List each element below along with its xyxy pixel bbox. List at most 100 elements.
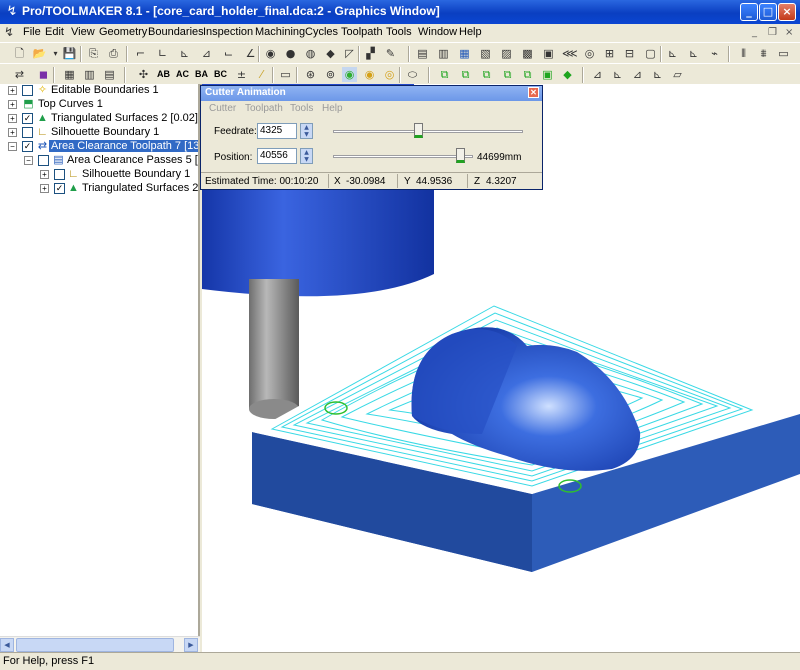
menu-help[interactable]: Help (459, 26, 482, 38)
dialog-title-bar[interactable]: Cutter Animation ✕ (201, 86, 542, 101)
menu-boundaries[interactable]: Boundaries (148, 26, 204, 38)
path-tool-1-icon[interactable]: ⊾ (665, 46, 680, 61)
plus-minus-icon[interactable]: ± (234, 67, 249, 82)
cube-view-3-icon[interactable]: ⧉ (479, 67, 494, 82)
pass-tool-11-icon[interactable]: ▢ (643, 46, 658, 61)
path-tool-2-icon[interactable]: ⊾ (686, 46, 701, 61)
dialog-menu-cutter[interactable]: Cutter (209, 103, 236, 114)
calculator-icon[interactable]: ▭ (278, 67, 293, 82)
menu-edit[interactable]: Edit (45, 26, 64, 38)
mdi-restore-button[interactable]: ❐ (768, 27, 777, 38)
menu-file[interactable]: File (23, 26, 41, 38)
draw-icon[interactable]: ⁄ (254, 67, 269, 82)
pass-tool-7-icon[interactable]: ▣ (541, 46, 556, 61)
slope-icon[interactable]: ◸ (342, 46, 357, 61)
volume-icon[interactable]: ◆ (323, 46, 338, 61)
feedrate-spinner[interactable]: ▲ ▼ (300, 123, 313, 139)
tree-node-editable-boundaries[interactable]: + ✧ Editable Boundaries 1 (0, 84, 198, 98)
collapse-toggle[interactable]: − (24, 156, 33, 165)
cube-view-2-icon[interactable]: ⧉ (458, 67, 473, 82)
visibility-checkbox[interactable] (22, 85, 33, 96)
edge-tool-1-icon[interactable]: ⊿ (590, 67, 605, 82)
window-layout-1-icon[interactable]: ▦ (62, 67, 77, 82)
window-layout-2-icon[interactable]: ▥ (82, 67, 97, 82)
dialog-menu-tools[interactable]: Tools (290, 103, 313, 114)
tree-node-area-clearance-passes[interactable]: − ▤ Area Clearance Passes 5 [13x3.5 (0, 154, 198, 168)
dialog-menu-toolpath[interactable]: Toolpath (245, 103, 283, 114)
pass-tool-6-icon[interactable]: ▩ (520, 46, 535, 61)
cutter-animation-dialog[interactable]: Cutter Animation ✕ Cutter Toolpath Tools… (200, 85, 543, 190)
render-4-icon[interactable]: ◉ (362, 67, 377, 82)
minimize-button[interactable]: _ (740, 3, 758, 21)
tree-node-top-curves[interactable]: + ⬒ Top Curves 1 (0, 98, 198, 112)
boundary-tool-5-icon[interactable]: ⌙ (221, 46, 236, 61)
feedrate-slider-track[interactable] (333, 130, 523, 133)
dialog-close-button[interactable]: ✕ (528, 87, 539, 98)
close-button[interactable]: × (778, 3, 796, 21)
render-1-icon[interactable]: ⊛ (303, 67, 318, 82)
expand-toggle[interactable]: + (8, 114, 17, 123)
view-ab-button[interactable]: AB (157, 69, 170, 79)
edge-tool-2-icon[interactable]: ⊾ (610, 67, 625, 82)
expand-toggle[interactable]: + (8, 100, 17, 109)
shade-icon[interactable]: ▞ (363, 46, 378, 61)
path-tool-3-icon[interactable]: ⌁ (707, 46, 722, 61)
new-file-icon[interactable]: 🗋 (12, 46, 27, 61)
window-layout-3-icon[interactable]: ▤ (102, 67, 117, 82)
pass-tool-1-icon[interactable]: ▤ (415, 46, 430, 61)
edge-tool-3-icon[interactable]: ⊿ (630, 67, 645, 82)
mdi-minimize-button[interactable]: _ (752, 27, 757, 38)
visibility-checkbox[interactable] (38, 155, 49, 166)
pass-tool-9-icon[interactable]: ⊞ (602, 46, 617, 61)
spiral-icon[interactable]: ◎ (582, 46, 597, 61)
scroll-thumb[interactable] (16, 638, 174, 652)
cube-view-1-icon[interactable]: ⧉ (437, 67, 452, 82)
tree-node-triangulated-surfaces[interactable]: + ✓ ▲ Triangulated Surfaces 2 [0.02] (0, 112, 198, 126)
project-tree[interactable]: + ✧ Editable Boundaries 1 + ⬒ Top Curves… (0, 84, 200, 636)
position-slider-thumb[interactable] (456, 148, 465, 163)
connect-icon[interactable]: ⇄ (12, 67, 27, 82)
collapse-toggle[interactable]: − (8, 142, 17, 151)
scroll-left-arrow[interactable]: ◀ (0, 638, 14, 652)
mdi-close-button[interactable]: × (785, 27, 793, 38)
view-ba-button[interactable]: BA (195, 69, 208, 79)
title-bar[interactable]: ↯ Pro/TOOLMAKER 8.1 - [core_card_holder_… (0, 0, 800, 24)
visibility-checkbox[interactable] (54, 169, 65, 180)
menu-inspection[interactable]: Inspection (203, 26, 253, 38)
save-icon[interactable]: 💾 (62, 46, 77, 61)
pass-tool-3-icon[interactable]: ▦ (457, 46, 472, 61)
pencil-icon[interactable]: ✎ (383, 46, 398, 61)
visibility-checkbox[interactable] (22, 127, 33, 138)
cube-solid-icon[interactable]: ◆ (560, 67, 575, 82)
position-input[interactable]: 40556 (257, 148, 297, 164)
open-dropdown-icon[interactable]: ▾ (48, 46, 63, 61)
tree-horizontal-scrollbar[interactable]: ◀ ▶ (0, 636, 200, 653)
pass-tool-5-icon[interactable]: ▨ (499, 46, 514, 61)
menu-tools[interactable]: Tools (386, 26, 412, 38)
expand-toggle[interactable]: + (8, 86, 17, 95)
edge-tool-4-icon[interactable]: ⊾ (650, 67, 665, 82)
dialog-menu-help[interactable]: Help (322, 103, 343, 114)
tree-node-silhouette-boundary-child[interactable]: + ∟ Silhouette Boundary 1 (0, 168, 198, 182)
boundary-tool-1-icon[interactable]: ⌐ (133, 46, 148, 61)
edge-tool-5-icon[interactable]: ▱ (670, 67, 685, 82)
document-icon[interactable]: ↯ (4, 25, 14, 39)
menu-window[interactable]: Window (418, 26, 457, 38)
expand-toggle[interactable]: + (40, 170, 49, 179)
menu-machining[interactable]: Machining (255, 26, 305, 38)
feedrate-input[interactable]: 4325 (257, 123, 297, 139)
pass-tool-4-icon[interactable]: ▧ (478, 46, 493, 61)
boundary-tool-3-icon[interactable]: ⊾ (177, 46, 192, 61)
visibility-checkbox[interactable]: ✓ (54, 183, 65, 194)
pass-tool-8-icon[interactable]: ⋘ (562, 46, 578, 61)
boundary-tool-6-icon[interactable]: ∠ (243, 46, 258, 61)
boundary-tool-2-icon[interactable]: ∟ (155, 46, 170, 61)
cube-view-6-icon[interactable]: ▣ (540, 67, 555, 82)
menu-cycles[interactable]: Cycles (305, 26, 338, 38)
axes-icon[interactable]: ✣ (136, 67, 151, 82)
tree-node-triangulated-surfaces-child[interactable]: + ✓ ▲ Triangulated Surfaces 2 [0.0 (0, 182, 198, 196)
scroll-right-arrow[interactable]: ▶ (184, 638, 198, 652)
cube-view-4-icon[interactable]: ⧉ (500, 67, 515, 82)
menu-geometry[interactable]: Geometry (99, 26, 147, 38)
expand-toggle[interactable]: + (40, 184, 49, 193)
